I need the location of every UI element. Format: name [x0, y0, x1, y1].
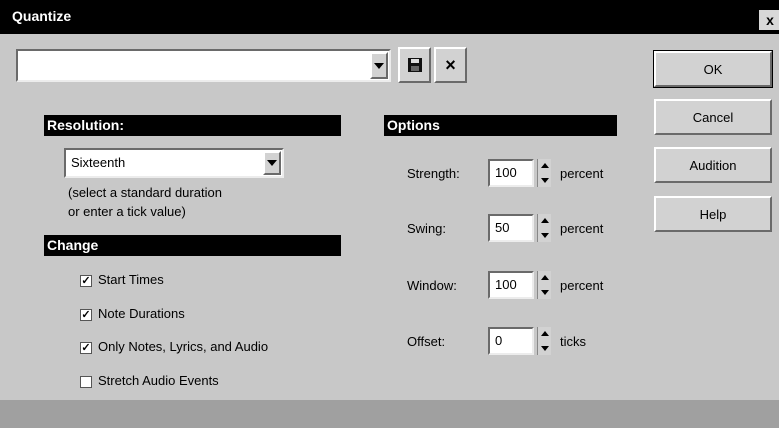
offset-unit: ticks: [560, 334, 586, 349]
swing-input[interactable]: 50: [488, 214, 534, 242]
start-times-checkbox[interactable]: ✓: [80, 275, 92, 287]
spin-down-icon[interactable]: [541, 346, 549, 351]
note-durations-label: Note Durations: [98, 306, 185, 321]
window-bottom-edge: [0, 400, 779, 428]
preset-dropdown-button[interactable]: [370, 52, 388, 79]
quantize-dialog: Quantize x × OK Cancel Audition Help Res…: [0, 0, 779, 428]
preset-combo[interactable]: [16, 49, 391, 82]
cancel-button[interactable]: Cancel: [654, 99, 772, 135]
save-disk-icon: [407, 58, 422, 72]
note-durations-checkbox[interactable]: ✓: [80, 309, 92, 321]
only-notes-label: Only Notes, Lyrics, and Audio: [98, 339, 269, 354]
stretch-audio-label: Stretch Audio Events: [98, 373, 219, 388]
start-times-label: Start Times: [98, 272, 164, 287]
window-unit: percent: [560, 278, 604, 293]
window-input[interactable]: 100: [488, 271, 534, 299]
resolution-header: Resolution:: [44, 115, 341, 136]
swing-spinner[interactable]: [537, 214, 551, 242]
spin-up-icon[interactable]: [541, 218, 549, 223]
ok-button[interactable]: OK: [653, 50, 773, 88]
delete-x-icon: ×: [445, 55, 456, 75]
help-button[interactable]: Help: [654, 196, 772, 232]
resolution-dropdown-button[interactable]: [263, 151, 281, 175]
spin-down-icon[interactable]: [541, 178, 549, 183]
strength-label: Strength:: [407, 166, 460, 181]
close-button[interactable]: x: [759, 10, 779, 30]
delete-preset-button[interactable]: ×: [434, 47, 467, 83]
spin-up-icon[interactable]: [541, 331, 549, 336]
resolution-hint-line2: or enter a tick value): [68, 204, 186, 219]
resolution-hint-line1: (select a standard duration: [68, 185, 222, 200]
stretch-audio-checkbox[interactable]: [80, 376, 92, 388]
window-spinner[interactable]: [537, 271, 551, 299]
resolution-combo[interactable]: Sixteenth: [64, 148, 284, 178]
offset-label: Offset:: [407, 334, 446, 349]
only-notes-checkbox[interactable]: ✓: [80, 342, 92, 354]
swing-label: Swing:: [407, 221, 447, 236]
title-bar[interactable]: Quantize x: [0, 0, 779, 34]
change-header: Change: [44, 235, 341, 256]
window-label: Window:: [407, 278, 457, 293]
options-header: Options: [384, 115, 617, 136]
strength-unit: percent: [560, 166, 604, 181]
resolution-value: Sixteenth: [71, 155, 126, 170]
spin-up-icon[interactable]: [541, 163, 549, 168]
strength-input[interactable]: 100: [488, 159, 534, 187]
offset-input[interactable]: 0: [488, 327, 534, 355]
dialog-title: Quantize: [12, 8, 72, 24]
swing-unit: percent: [560, 221, 604, 236]
save-preset-button[interactable]: [398, 47, 431, 83]
spin-down-icon[interactable]: [541, 290, 549, 295]
audition-button[interactable]: Audition: [654, 147, 772, 183]
strength-spinner[interactable]: [537, 159, 551, 187]
spin-down-icon[interactable]: [541, 233, 549, 238]
spin-up-icon[interactable]: [541, 275, 549, 280]
chevron-down-icon: [374, 62, 384, 69]
offset-spinner[interactable]: [537, 327, 551, 355]
chevron-down-icon: [267, 160, 277, 166]
